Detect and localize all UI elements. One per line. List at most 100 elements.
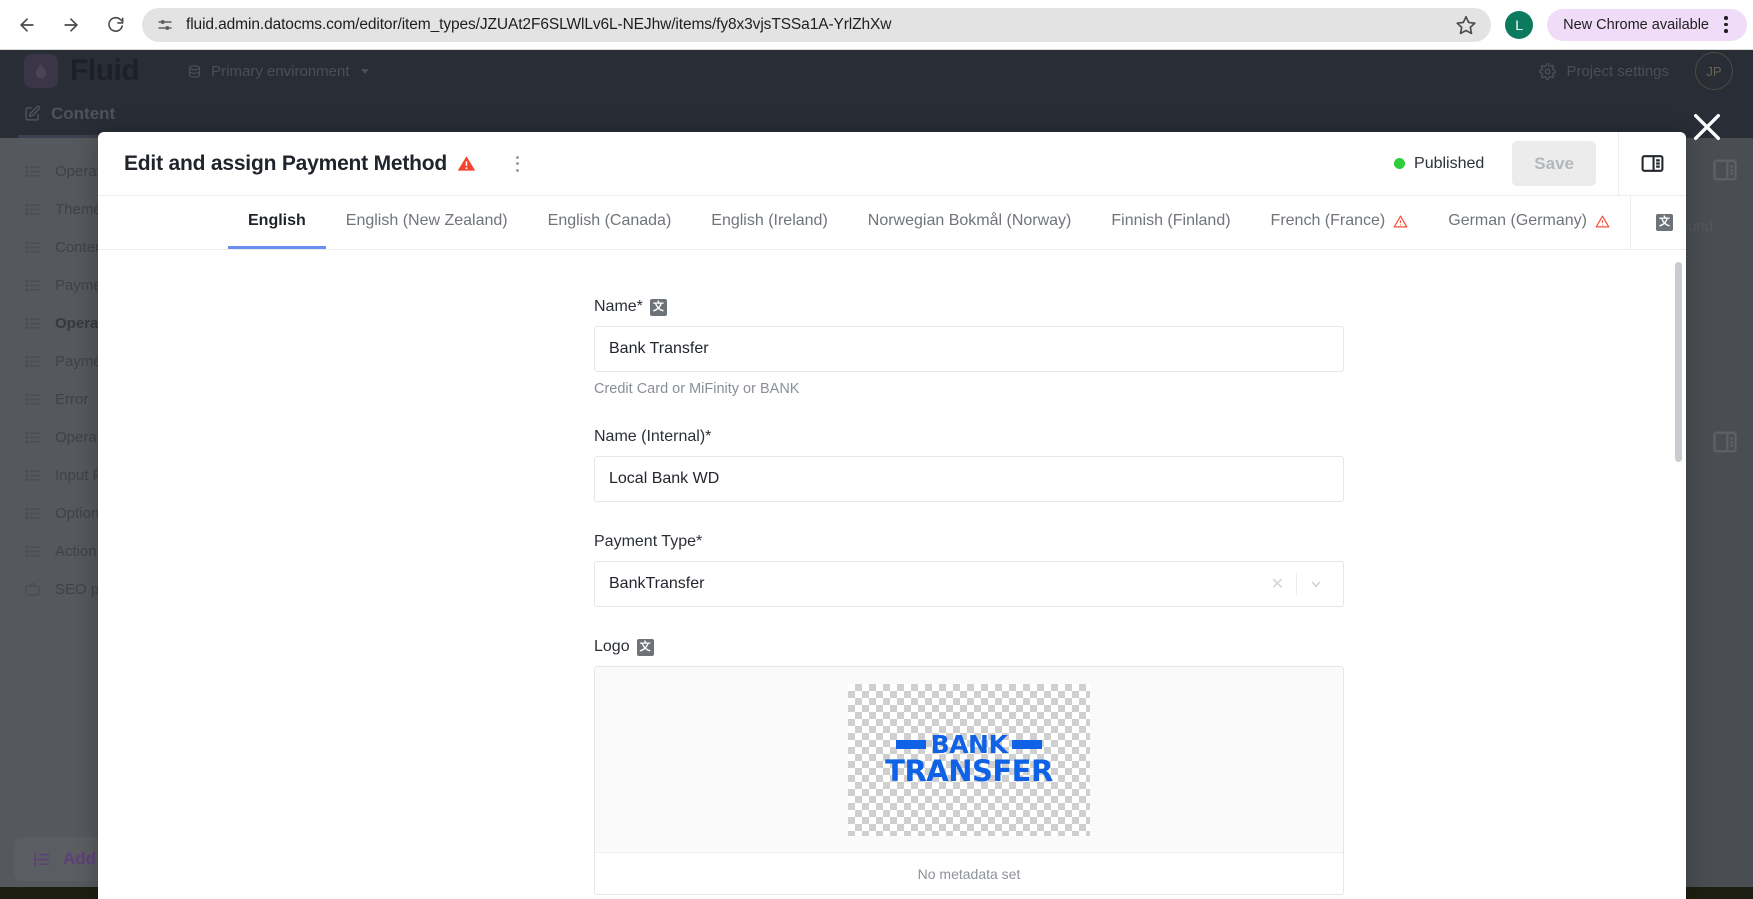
page-title: Edit and assign Payment Method [124, 151, 448, 175]
reload-button[interactable] [98, 8, 132, 42]
logo-dash-right [1012, 740, 1043, 750]
list-icon [25, 241, 40, 253]
url-text: fluid.admin.datocms.com/editor/item_type… [186, 15, 892, 33]
translate-button[interactable]: 文 [1629, 196, 1686, 249]
chrome-update-chip[interactable]: New Chrome available [1547, 8, 1747, 41]
environment-label: Primary environment [211, 62, 350, 80]
payment-type-select[interactable]: BankTransfer ✕ [594, 561, 1344, 607]
chevron-down-icon[interactable] [1297, 577, 1335, 591]
tab-content-label: Content [51, 103, 116, 123]
warning-triangle-icon [1393, 215, 1408, 227]
payment-type-value: BankTransfer [609, 575, 705, 592]
list-icon [25, 507, 40, 519]
scrollbar-thumb[interactable] [1675, 262, 1682, 462]
field-name-internal-label: Name (Internal)* [594, 428, 1344, 446]
back-button[interactable] [10, 8, 44, 42]
logo-metadata-text: No metadata set [917, 865, 1021, 882]
field-name-label-text: Name* [594, 298, 643, 315]
app-logo[interactable]: Fluid [24, 54, 140, 88]
fluid-logo-icon [24, 54, 58, 88]
locale-tab-english-ireland[interactable]: English (Ireland) [691, 196, 848, 249]
field-logo-label-text: Logo [594, 638, 630, 655]
warning-triangle-filled-icon [457, 156, 476, 171]
star-icon[interactable] [1455, 14, 1477, 36]
save-button[interactable]: Save [1512, 141, 1596, 186]
list-icon [25, 279, 40, 291]
field-payment-type: Payment Type* BankTransfer ✕ [594, 533, 1344, 607]
droplet-icon [35, 64, 47, 79]
arrow-right-icon [64, 17, 78, 32]
modal-overflow-menu-button[interactable] [504, 148, 530, 180]
modal-title-wrap: Edit and assign Payment Method [124, 152, 476, 176]
avatar[interactable]: JP [1695, 52, 1733, 90]
add-button-label: Add [63, 849, 97, 868]
logo-preview[interactable]: BANK TRANSFER [595, 667, 1343, 852]
locale-tab-french-france[interactable]: French (France) [1251, 196, 1429, 249]
translate-icon: 文 [1655, 214, 1673, 231]
site-settings-icon[interactable] [156, 16, 174, 34]
logo-image: BANK TRANSFER [848, 683, 1090, 836]
locale-tab-label: English [248, 212, 306, 229]
database-icon [189, 64, 201, 78]
warning-triangle-icon [1595, 215, 1610, 227]
locale-tab-label: English (Canada) [547, 212, 672, 229]
field-name-internal: Name (Internal)* [594, 428, 1344, 502]
reload-icon [107, 16, 123, 32]
locale-tab-label: Norwegian Bokmål (Norway) [867, 212, 1072, 229]
chrome-update-label: New Chrome available [1563, 16, 1709, 33]
modal-header: Edit and assign Payment Method Published… [98, 132, 1686, 196]
field-payment-type-label: Payment Type* [594, 533, 1344, 551]
sidebar-panel-icon [1641, 155, 1664, 172]
app-logo-text: Fluid [70, 54, 140, 87]
name-input[interactable] [594, 326, 1344, 372]
forward-button[interactable] [54, 8, 88, 42]
list-icon [25, 431, 40, 443]
arrow-left-icon [20, 17, 34, 32]
locale-tab-english[interactable]: English [228, 196, 326, 249]
chrome-profile-avatar[interactable]: L [1505, 10, 1534, 39]
field-name-hint: Credit Card or MiFinity or BANK [594, 381, 800, 397]
sidebar-item-label: Payme [55, 352, 102, 370]
logo-word-transfer: TRANSFER [885, 754, 1053, 789]
locale-tab-label: French (France) [1270, 212, 1386, 229]
pencil-square-icon [25, 105, 41, 121]
form-content: Name* 文 Credit Card or MiFinity or BANK … [98, 250, 1686, 899]
three-dots-vertical-icon[interactable] [1713, 12, 1739, 38]
locale-tab-german-germany[interactable]: German (Germany) [1428, 196, 1630, 249]
browser-toolbar: fluid.admin.datocms.com/editor/item_type… [0, 0, 1753, 50]
field-name: Name* 文 Credit Card or MiFinity or BANK [594, 298, 1344, 397]
locale-tab-norwegian-bokmal-norway[interactable]: Norwegian Bokmål (Norway) [848, 196, 1092, 249]
locale-tab-finnish-finland[interactable]: Finnish (Finland) [1091, 196, 1250, 249]
logo-metadata-bar[interactable]: No metadata set [595, 852, 1343, 894]
app-topbar: Fluid Primary environment Project settin… [0, 50, 1753, 92]
sidebar-panel-icon[interactable] [1711, 156, 1739, 184]
status-dot-icon [1394, 158, 1406, 169]
locale-tab-label: German (Germany) [1448, 212, 1587, 229]
panel-toggle-button[interactable] [1618, 132, 1686, 196]
form-column: Name* 文 Credit Card or MiFinity or BANK … [594, 298, 1344, 899]
field-name-internal-label-text: Name (Internal)* [594, 428, 712, 445]
sidebar-item-label: Operat [55, 162, 101, 180]
clear-x-icon[interactable]: ✕ [1259, 574, 1296, 594]
name-internal-input[interactable] [594, 456, 1344, 502]
gear-icon [1539, 62, 1557, 80]
list-icon [25, 393, 40, 405]
logo-dash-left [895, 740, 926, 750]
environment-switcher[interactable]: Primary environment [187, 63, 370, 80]
locale-tab-english-new-zealand[interactable]: English (New Zealand) [326, 196, 528, 249]
sidebar-item-label: Action [55, 542, 97, 560]
briefcase-icon [25, 582, 40, 596]
edit-record-modal: Edit and assign Payment Method Published… [98, 132, 1686, 899]
project-settings-link[interactable]: Project settings [1539, 63, 1669, 80]
sidebar-item-label: SEO pr [55, 580, 105, 598]
sidebar-item-label: Operat [55, 314, 104, 332]
logo-upload-box[interactable]: BANK TRANSFER No metadata set [594, 666, 1344, 895]
locale-tab-label: English (New Zealand) [345, 212, 508, 229]
field-logo-label: Logo 文 [594, 638, 1344, 656]
address-bar[interactable]: fluid.admin.datocms.com/editor/item_type… [142, 7, 1492, 42]
close-icon[interactable] [1690, 110, 1724, 144]
list-icon [25, 203, 40, 215]
sidebar-item-label: Input F [55, 466, 102, 484]
sidebar-panel-icon[interactable] [1711, 428, 1739, 456]
locale-tab-english-canada[interactable]: English (Canada) [528, 196, 692, 249]
